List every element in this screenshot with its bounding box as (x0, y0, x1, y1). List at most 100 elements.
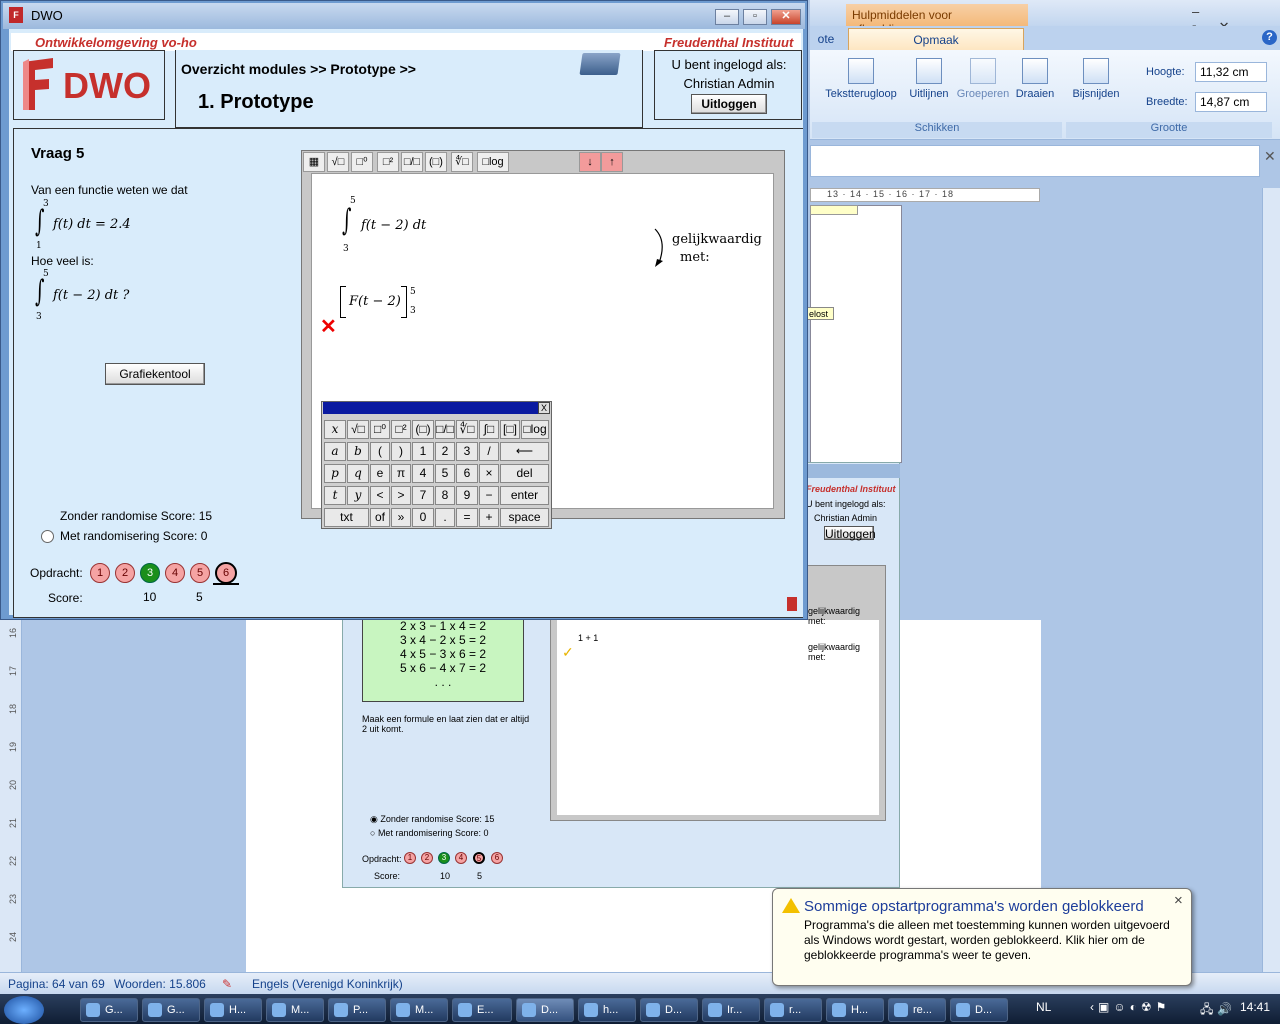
key-square[interactable]: □² (391, 420, 411, 439)
opdracht-dot-3[interactable]: 3 (140, 563, 160, 583)
width-field[interactable]: 14,87 cm (1195, 92, 1267, 112)
status-language[interactable]: Engels (Verenigd Koninkrijk) (252, 977, 403, 991)
help-icon[interactable]: ? (1262, 30, 1277, 45)
taskbar-item-7[interactable]: E... (452, 998, 512, 1022)
power-button[interactable]: □⁰ (351, 152, 373, 172)
key-x[interactable]: x (324, 420, 346, 439)
key-8[interactable]: 8 (435, 486, 455, 505)
maximize-button[interactable]: ▫ (743, 9, 767, 25)
opdracht-dot-5[interactable]: 5 (190, 563, 210, 583)
key-greater-than[interactable]: > (391, 486, 411, 505)
minimize-button[interactable]: – (715, 9, 739, 25)
opdracht-dot-4[interactable]: 4 (165, 563, 185, 583)
keypad-close-button[interactable]: X (538, 402, 550, 414)
opdracht-dot-6[interactable]: 6 (215, 562, 237, 584)
option-met-radio[interactable] (41, 530, 54, 543)
arrow-down-button[interactable]: ↓ (579, 152, 601, 172)
breadcrumb[interactable]: Overzicht modules >> Prototype >> (181, 61, 416, 77)
key-divide[interactable]: / (479, 442, 499, 461)
key-del[interactable]: del (500, 464, 549, 483)
key-4[interactable]: 4 (412, 464, 434, 483)
key-fraction[interactable]: □/□ (435, 420, 455, 439)
taskbar-item-10[interactable]: D... (640, 998, 698, 1022)
key-q[interactable]: q (347, 464, 369, 483)
taskbar-item-13[interactable]: H... (826, 998, 884, 1022)
key-1[interactable]: 1 (412, 442, 434, 461)
key-open-paren[interactable]: ( (370, 442, 390, 461)
key-equals[interactable]: = (456, 508, 478, 527)
key-more[interactable]: » (391, 508, 411, 527)
taskbar-item-2[interactable]: G... (142, 998, 200, 1022)
status-page[interactable]: Pagina: 64 van 69 (8, 977, 105, 991)
close-button[interactable]: ✕ (771, 9, 801, 25)
taskbar-item-15[interactable]: D... (950, 998, 1008, 1022)
tab-opmaak[interactable]: Opmaak (848, 28, 1024, 50)
key-close-paren[interactable]: ) (391, 442, 411, 461)
word-window-buttons[interactable]: –▫✕ (1192, 4, 1276, 34)
key-a[interactable]: a (324, 442, 346, 461)
key-3[interactable]: 3 (456, 442, 478, 461)
key-b[interactable]: b (347, 442, 369, 461)
logout-button[interactable]: Uitloggen (691, 94, 767, 114)
close-icon[interactable]: ✕ (1264, 148, 1276, 165)
height-field[interactable]: 11,32 cm (1195, 62, 1267, 82)
arrow-up-button[interactable]: ↑ (601, 152, 623, 172)
clock[interactable]: 14:41 (1240, 1000, 1270, 1014)
key-less-than[interactable]: < (370, 486, 390, 505)
key-parens[interactable]: (□) (412, 420, 434, 439)
key-5[interactable]: 5 (435, 464, 455, 483)
spellcheck-icon[interactable]: ✎ (222, 977, 232, 991)
key-space[interactable]: space (500, 508, 549, 527)
key-integral[interactable]: ∫□ (479, 420, 499, 439)
nth-root-button[interactable]: ∜□ (451, 152, 473, 172)
key-p[interactable]: p (324, 464, 346, 483)
language-indicator[interactable]: NL (1036, 1000, 1051, 1014)
taskbar-item-1[interactable]: G... (80, 998, 138, 1022)
matrix-icon[interactable]: ▦ (303, 152, 325, 172)
taskbar-item-9[interactable]: h... (578, 998, 636, 1022)
balloon-close-button[interactable]: × (1174, 892, 1183, 909)
group-button[interactable]: Groeperen (954, 58, 1012, 100)
key-sqrt[interactable]: √□ (347, 420, 369, 439)
keypad-titlebar[interactable] (323, 402, 550, 414)
key-dot[interactable]: . (435, 508, 455, 527)
taskbar-item-6[interactable]: M... (390, 998, 448, 1022)
book-icon[interactable] (579, 53, 621, 75)
key-enter[interactable]: enter (500, 486, 549, 505)
fraction-button[interactable]: □/□ (401, 152, 423, 172)
key-y[interactable]: y (347, 486, 369, 505)
taskbar-item-8[interactable]: D... (516, 998, 574, 1022)
key-multiply[interactable]: × (479, 464, 499, 483)
key-txt[interactable]: txt (324, 508, 369, 527)
log-button[interactable]: □log (477, 152, 509, 172)
taskbar-item-4[interactable]: M... (266, 998, 324, 1022)
volume-icon[interactable]: 🖧🔊 (1200, 1000, 1236, 1021)
taskbar-item-12[interactable]: r... (764, 998, 822, 1022)
key-of[interactable]: of (370, 508, 390, 527)
key-2[interactable]: 2 (435, 442, 455, 461)
vertical-scrollbar[interactable] (1262, 188, 1280, 978)
square-button[interactable]: □² (377, 152, 399, 172)
taskbar-item-3[interactable]: H... (204, 998, 262, 1022)
key-7[interactable]: 7 (412, 486, 434, 505)
key-power[interactable]: □⁰ (370, 420, 390, 439)
key-0[interactable]: 0 (412, 508, 434, 527)
start-button[interactable] (4, 996, 44, 1024)
parens-button[interactable]: (□) (425, 152, 447, 172)
key-9[interactable]: 9 (456, 486, 478, 505)
graph-tool-button[interactable]: Grafiekentool (105, 363, 205, 385)
status-words[interactable]: Woorden: 15.806 (114, 977, 206, 991)
key-backspace[interactable]: ⟵ (500, 442, 549, 461)
key-plus[interactable]: + (479, 508, 499, 527)
key-brackets[interactable]: [□] (500, 420, 520, 439)
key-t[interactable]: t (324, 486, 346, 505)
opdracht-dot-2[interactable]: 2 (115, 563, 135, 583)
tray-icons[interactable]: ‹▣☺◐☢⚑ (1090, 1000, 1170, 1014)
taskbar-item-5[interactable]: P... (328, 998, 386, 1022)
key-pi[interactable]: π (391, 464, 411, 483)
sqrt-button[interactable]: √□ (327, 152, 349, 172)
key-log[interactable]: □log (521, 420, 549, 439)
key-minus[interactable]: − (479, 486, 499, 505)
align-button[interactable]: Uitlijnen (904, 58, 954, 100)
text-wrap-button[interactable]: Tekstterugloop (820, 58, 902, 100)
